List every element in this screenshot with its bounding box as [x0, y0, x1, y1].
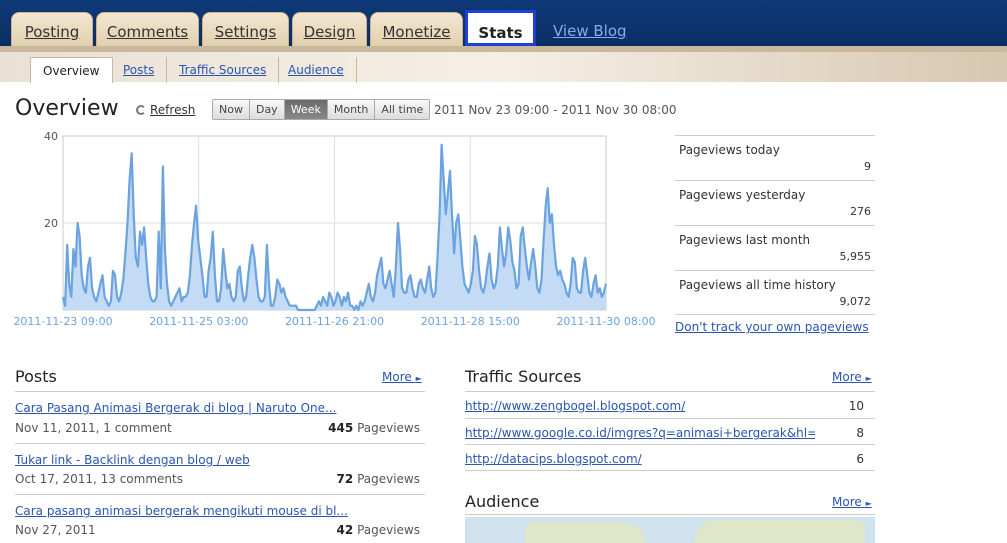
post-title-link[interactable]: Cara pasang animasi bergerak mengikuti m…: [15, 504, 348, 518]
traffic-source-count: 8: [856, 426, 864, 440]
post-title-link[interactable]: Tukar link - Backlink dengan blog / web: [15, 453, 250, 467]
stat-label: Pageviews last month: [679, 233, 811, 247]
post-pageview-count: 445: [328, 421, 354, 435]
arrow-right-icon: ►: [865, 499, 872, 508]
range-alltime-button[interactable]: All time: [375, 100, 430, 119]
stat-label: Pageviews today: [679, 143, 780, 157]
stat-row: Pageviews last month 5,955: [675, 225, 875, 270]
audience-map: [465, 517, 875, 543]
posts-heading: Posts: [15, 367, 57, 386]
top-nav-bar: Posting Comments Settings Design Monetiz…: [0, 0, 1007, 46]
range-selector: Now Day Week Month All time: [212, 99, 431, 120]
refresh-icon: [136, 105, 146, 115]
stats-sub-nav: Overview Posts Traffic Sources Audience: [0, 46, 1007, 83]
stat-label: Pageviews all time history: [679, 278, 836, 292]
stat-value: 9: [864, 160, 871, 173]
subnav-traffic-sources[interactable]: Traffic Sources: [167, 57, 280, 83]
post-pageview-count: 42: [336, 523, 354, 537]
map-landmass: [525, 523, 645, 543]
tab-posting[interactable]: Posting: [11, 12, 93, 46]
range-month-button[interactable]: Month: [327, 100, 376, 119]
divider: [15, 391, 425, 392]
tab-comments[interactable]: Comments: [96, 12, 199, 46]
subnav-posts[interactable]: Posts: [111, 57, 168, 83]
divider: [465, 444, 875, 445]
range-now-button[interactable]: Now: [213, 100, 250, 119]
page-title: Overview: [15, 96, 119, 121]
stat-row: Pageviews today 9: [675, 135, 875, 180]
chart-x-tick-label: 2011-11-26 21:00: [285, 315, 384, 328]
traffic-source-link[interactable]: http://datacips.blogspot.com/: [465, 452, 815, 466]
subnav-audience[interactable]: Audience: [276, 57, 357, 83]
pageviews-chart: 40 20 2011-11-23 09:00 2011-11-25 03:00 2011…: [13, 130, 655, 328]
more-label: More: [832, 370, 862, 384]
arrow-right-icon: ►: [865, 374, 872, 383]
traffic-source-count: 10: [848, 399, 864, 413]
post-pageview-unit: Pageviews: [357, 421, 420, 435]
chart-x-tick-label: 2011-11-30 08:00: [556, 315, 655, 328]
post-pageview-unit: Pageviews: [357, 523, 420, 537]
tab-design[interactable]: Design: [292, 12, 367, 46]
audience-more-link[interactable]: More ►: [832, 495, 872, 509]
subnav-overview[interactable]: Overview: [30, 57, 113, 83]
tab-monetize[interactable]: Monetize: [370, 12, 463, 46]
chart-y-tick-label: 40: [44, 130, 58, 143]
post-title-link[interactable]: Cara Pasang Animasi Bergerak di blog | N…: [15, 401, 336, 415]
map-landmass: [695, 520, 865, 543]
divider: [465, 418, 875, 419]
traffic-source-link[interactable]: http://www.zengbogel.blogspot.com/: [465, 399, 815, 413]
traffic-source-link[interactable]: http://www.google.co.id/imgres?q=animasi…: [465, 426, 815, 440]
stat-label: Pageviews yesterday: [679, 188, 806, 202]
range-week-button[interactable]: Week: [284, 100, 328, 119]
more-label: More: [382, 370, 412, 384]
stat-row: Pageviews all time history 9,072: [675, 270, 875, 315]
post-meta: Nov 27, 2011: [15, 523, 96, 537]
post-pageviews: 72 Pageviews: [337, 472, 420, 486]
stat-value: 9,072: [839, 295, 872, 308]
traffic-more-link[interactable]: More ►: [832, 370, 872, 384]
posts-more-link[interactable]: More ►: [382, 370, 422, 384]
more-label: More: [832, 495, 862, 509]
divider: [465, 514, 875, 515]
chart-y-tick-label: 20: [44, 217, 58, 230]
post-meta: Nov 11, 2011, 1 comment: [15, 421, 172, 435]
post-pageviews: 42 Pageviews: [337, 523, 420, 537]
post-meta: Oct 17, 2011, 13 comments: [15, 472, 183, 486]
stat-value: 276: [850, 205, 871, 218]
refresh-label: Refresh: [150, 103, 196, 117]
view-blog-link[interactable]: View Blog: [553, 22, 627, 40]
traffic-sources-heading: Traffic Sources: [465, 367, 582, 386]
sub-nav-divider: [0, 47, 1007, 52]
chart-x-tick-label: 2011-11-25 03:00: [149, 315, 248, 328]
divider: [15, 443, 425, 444]
tab-settings[interactable]: Settings: [202, 12, 289, 46]
post-pageviews: 445 Pageviews: [328, 421, 420, 435]
stat-row: Pageviews yesterday 276: [675, 180, 875, 225]
traffic-source-count: 6: [856, 452, 864, 466]
range-day-button[interactable]: Day: [249, 100, 285, 119]
divider: [465, 391, 875, 392]
pageview-stats: Pageviews today 9 Pageviews yesterday 27…: [675, 135, 875, 315]
audience-heading: Audience: [465, 492, 540, 511]
refresh-button[interactable]: Refresh: [136, 103, 195, 117]
divider: [15, 494, 425, 495]
chart-x-tick-label: 2011-11-28 15:00: [421, 315, 520, 328]
post-pageview-count: 72: [336, 472, 354, 486]
dont-track-link[interactable]: Don't track your own pageviews: [675, 320, 869, 334]
date-range-text: 2011 Nov 23 09:00 - 2011 Nov 30 08:00: [434, 103, 677, 117]
post-pageview-unit: Pageviews: [357, 472, 420, 486]
stat-value: 5,955: [839, 250, 872, 263]
chart-x-tick-label: 2011-11-23 09:00: [13, 315, 112, 328]
divider: [465, 470, 875, 471]
tab-stats[interactable]: Stats: [465, 10, 536, 46]
arrow-right-icon: ►: [415, 374, 422, 383]
